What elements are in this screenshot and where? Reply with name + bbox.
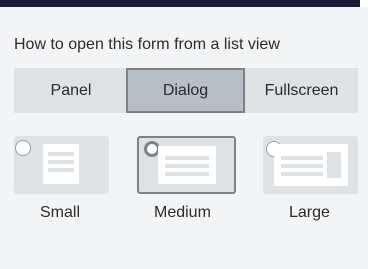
form-small-preview-icon [43, 144, 79, 184]
size-large-label: Large [289, 204, 330, 221]
size-large-card[interactable] [263, 136, 358, 194]
top-accent-bar [0, 0, 360, 7]
open-mode-panel-option[interactable]: Panel [14, 68, 128, 113]
open-mode-fullscreen-option[interactable]: Fullscreen [245, 68, 358, 113]
size-small-label: Small [40, 204, 81, 221]
form-large-preview-icon [274, 144, 348, 186]
section-heading: How to open this form from a list view [14, 36, 280, 53]
top-bar-gap [360, 0, 368, 7]
open-mode-fullscreen-label: Fullscreen [264, 81, 339, 99]
size-small-card[interactable] [14, 136, 109, 194]
size-medium-label: Medium [154, 204, 211, 221]
open-mode-dialog-label: Dialog [162, 81, 209, 99]
open-mode-dialog-option[interactable]: Dialog [126, 68, 245, 113]
form-medium-preview-icon [158, 146, 216, 184]
size-medium-card[interactable] [137, 136, 236, 194]
open-mode-panel-label: Panel [50, 81, 92, 99]
